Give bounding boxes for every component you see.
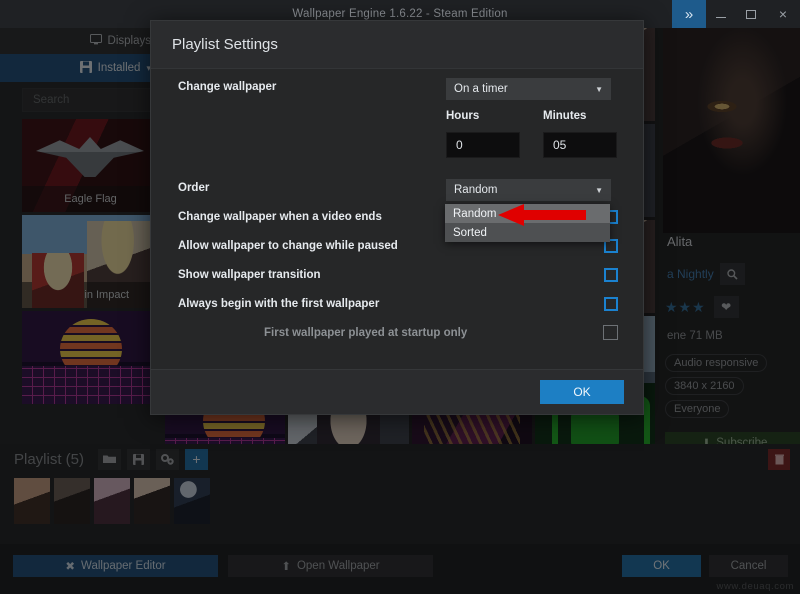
checkbox-row: Show wallpaper transition <box>178 269 623 281</box>
chevron-down-icon: ▼ <box>595 185 603 195</box>
change-wallpaper-label: Change wallpaper <box>178 81 277 93</box>
order-select[interactable]: Random ▼ <box>446 179 611 201</box>
order-value: Random <box>454 184 498 196</box>
minutes-label: Minutes <box>543 110 587 122</box>
chevron-down-icon: ▼ <box>595 84 603 94</box>
minimize-button[interactable] <box>706 0 736 28</box>
change-wallpaper-value: On a timer <box>454 83 508 95</box>
change-wallpaper-select[interactable]: On a timer ▼ <box>446 78 611 100</box>
checkbox-always-first[interactable] <box>604 297 618 311</box>
dialog-title: Playlist Settings <box>151 21 643 69</box>
checkbox-label-change-while-paused: Allow wallpaper to change while paused <box>178 240 398 252</box>
checkbox-row: First wallpaper played at startup only <box>264 327 623 339</box>
hours-input[interactable]: 0 <box>446 132 520 158</box>
checkbox-label-show-transition: Show wallpaper transition <box>178 269 321 281</box>
checkbox-show-transition[interactable] <box>604 268 618 282</box>
checkbox-label-video-ends: Change wallpaper when a video ends <box>178 211 382 223</box>
checkbox-label-startup-only: First wallpaper played at startup only <box>264 327 468 339</box>
minimize-icon <box>716 16 726 18</box>
close-button[interactable]: × <box>766 0 800 28</box>
wallpaper-engine-window: Wallpaper Engine 1.6.22 - Steam Edition … <box>0 0 800 594</box>
annotation-arrow-icon <box>498 203 586 227</box>
window-title: Wallpaper Engine 1.6.22 - Steam Edition <box>292 8 508 20</box>
expand-chevron-icon[interactable]: » <box>672 0 706 28</box>
dialog-footer: OK <box>151 369 643 414</box>
order-label: Order <box>178 182 210 194</box>
hours-label: Hours <box>446 110 480 122</box>
dialog-ok-button[interactable]: OK <box>540 380 624 404</box>
minutes-input[interactable]: 05 <box>543 132 617 158</box>
checkbox-label-always-first: Always begin with the first wallpaper <box>178 298 380 310</box>
maximize-button[interactable] <box>736 0 766 28</box>
window-controls: » × <box>672 0 800 28</box>
maximize-icon <box>746 9 756 19</box>
checkbox-row: Always begin with the first wallpaper <box>178 298 623 310</box>
checkbox-startup-only <box>603 325 618 340</box>
